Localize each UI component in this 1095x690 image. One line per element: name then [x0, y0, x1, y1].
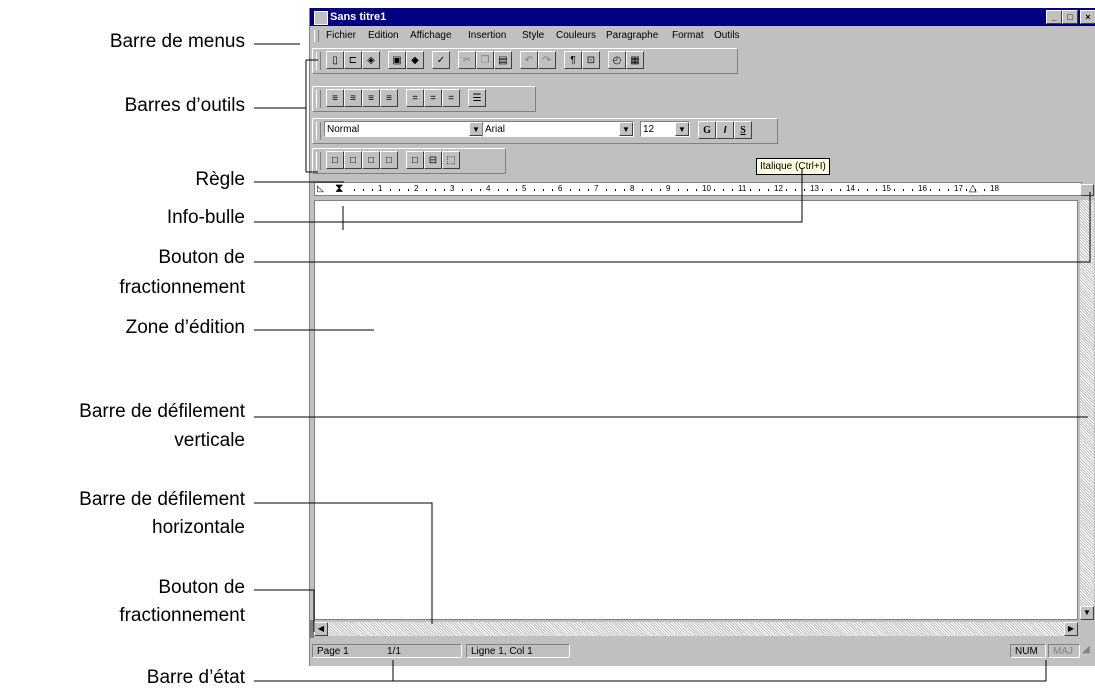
leader-tooltip [254, 168, 803, 230]
leader-split-top [254, 192, 1091, 263]
leader-split-bottom [254, 589, 315, 632]
leader-statusbar [254, 660, 1047, 682]
leader-lines [254, 43, 1091, 682]
leader-toolbars [254, 59, 318, 173]
leader-hscroll [254, 502, 433, 624]
